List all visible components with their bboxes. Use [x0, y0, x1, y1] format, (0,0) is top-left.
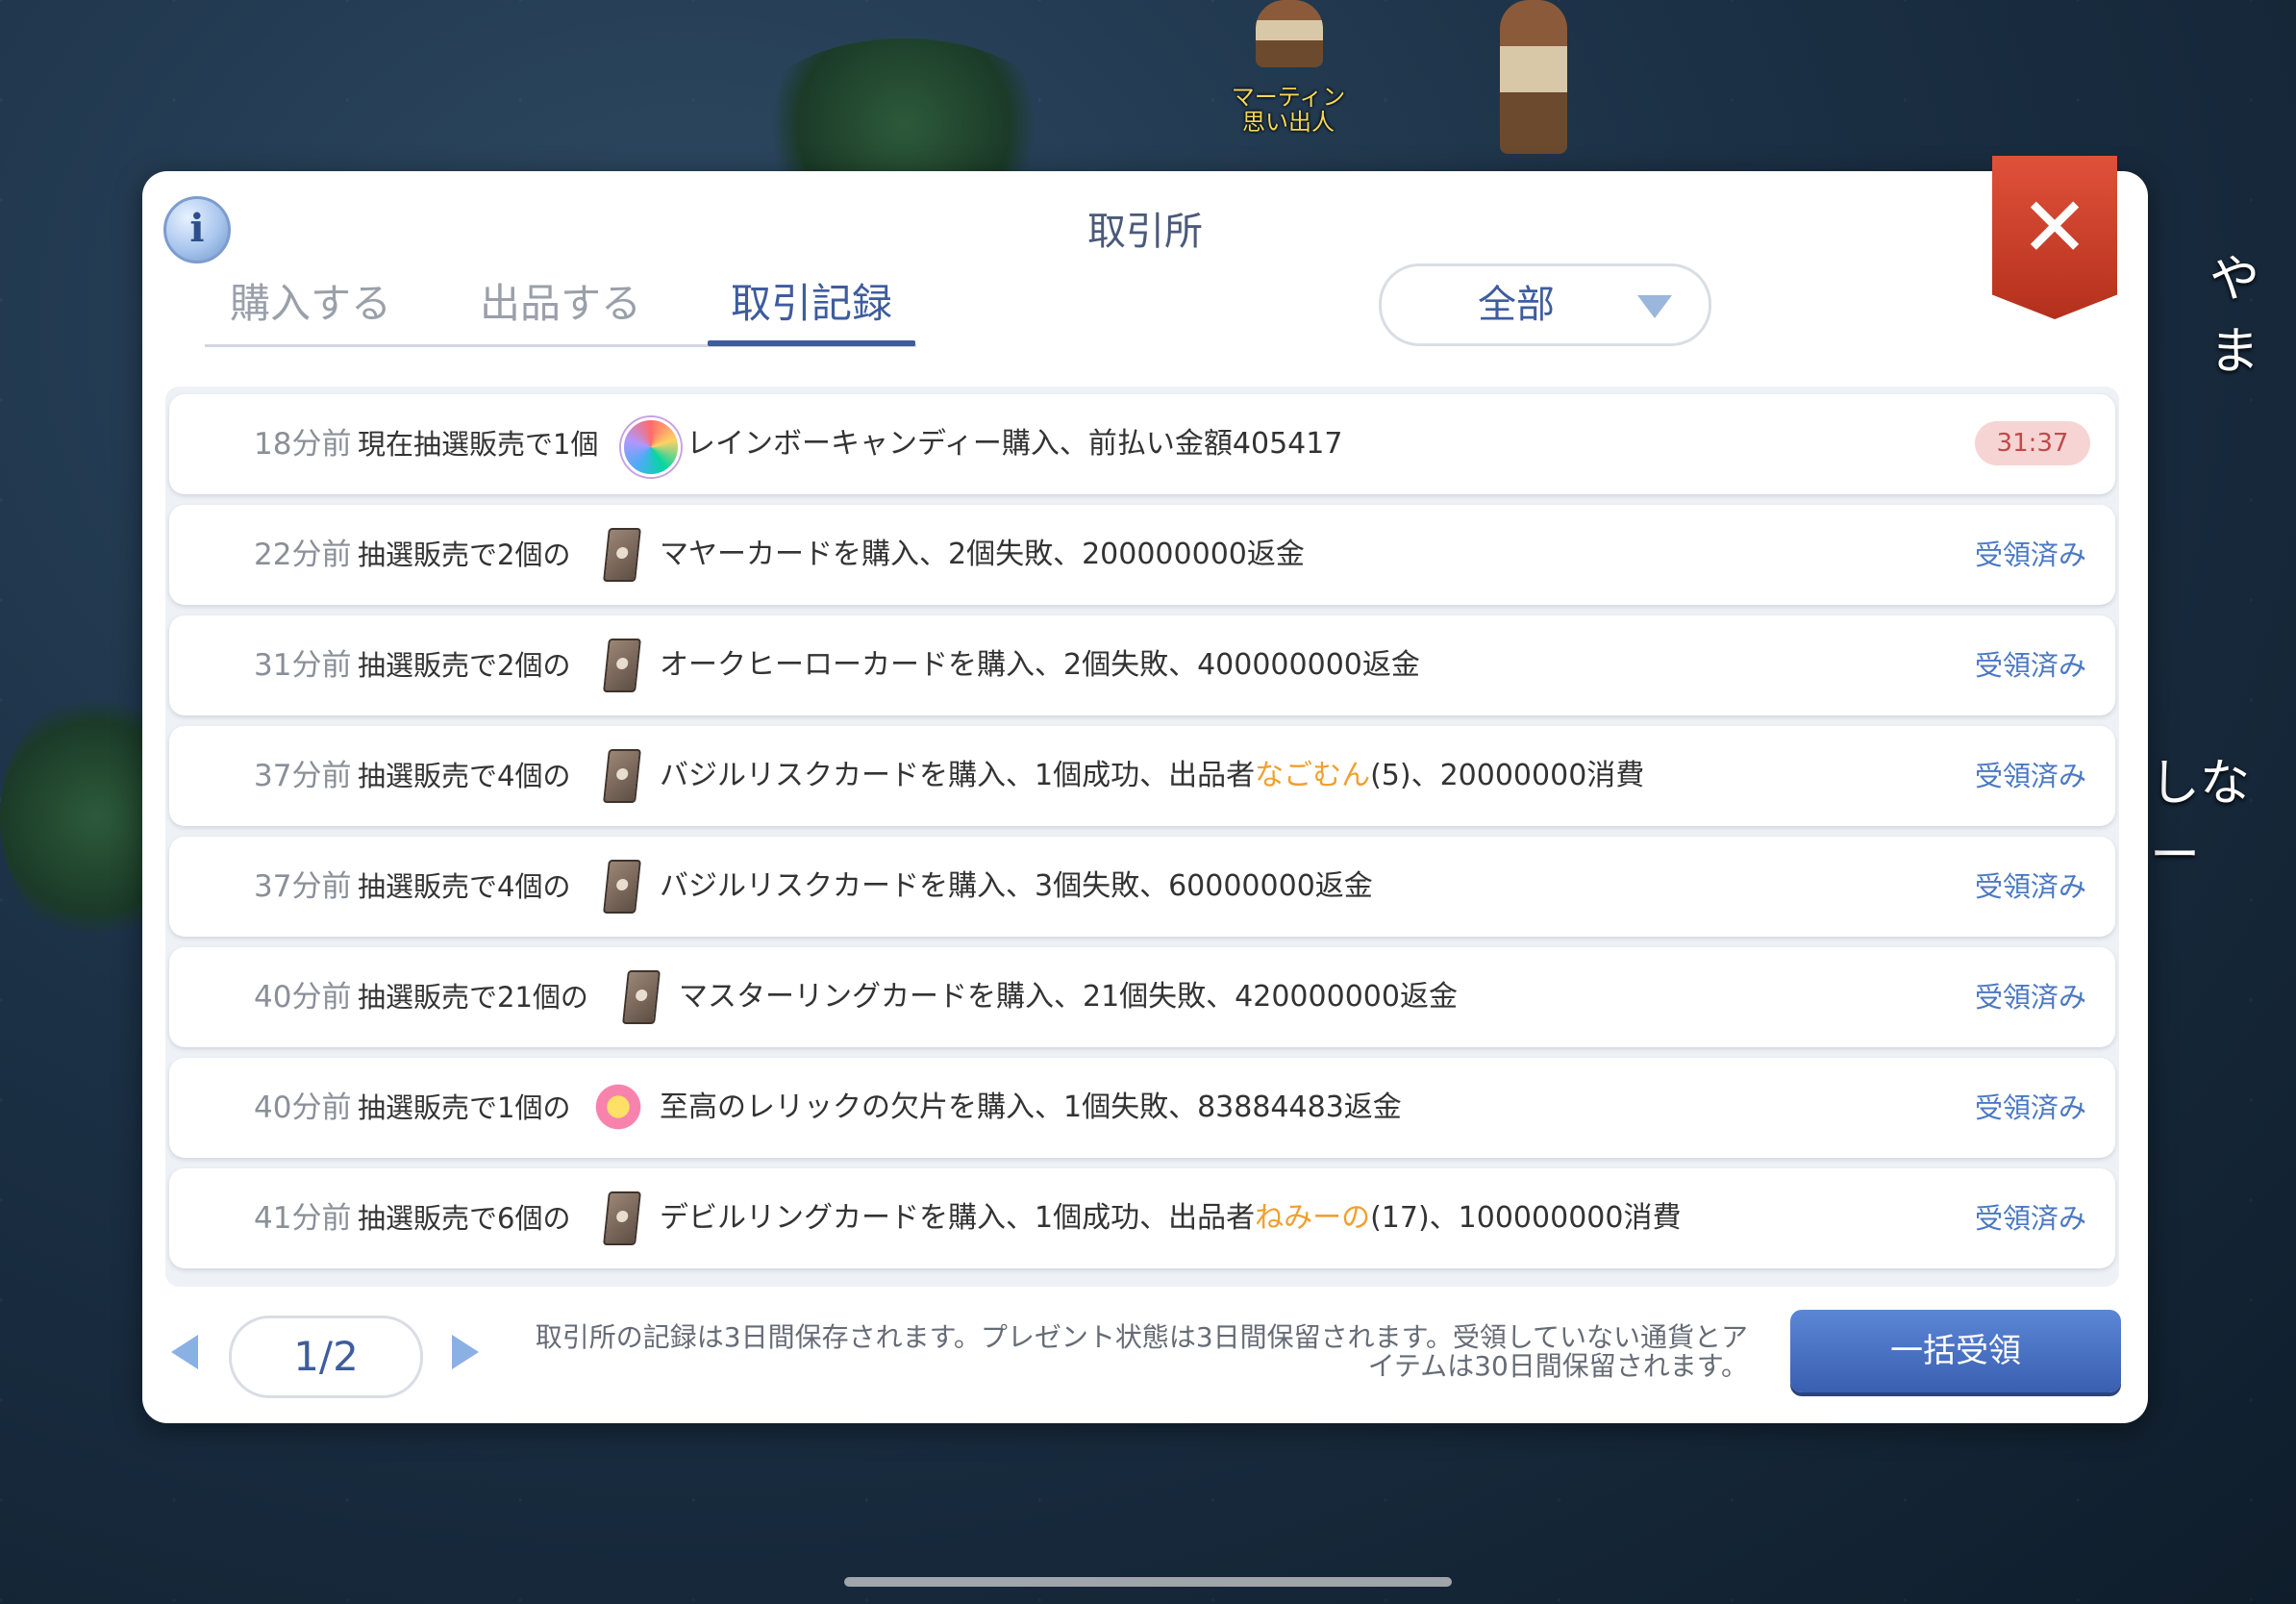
record-prefix: 現在抽選販売で1個 [358, 428, 599, 461]
table-row: 31分前 抽選販売で2個の オークヒーローカードを購入、2個失敗、4000000… [169, 615, 2115, 715]
record-description: マスターリングカードを購入、21個失敗、420000000返金 [679, 947, 1458, 1047]
record-description: レインボーキャンディー購入、前払い金額405417 [686, 394, 1342, 494]
received-status-link[interactable]: 受領済み [1975, 615, 2086, 715]
record-description: マヤーカードを購入、2個失敗、200000000返金 [660, 505, 1305, 605]
background-chat-text: しなー [2150, 755, 2251, 885]
record-prefix: 抽選販売で4個の [358, 760, 571, 792]
record-desc-suffix: (17)、100000000消費 [1370, 1201, 1682, 1235]
seller-name[interactable]: なごむん [1255, 759, 1370, 792]
dialog-title: 取引所 [1087, 210, 1203, 254]
record-time: 40分前 [254, 980, 352, 1015]
npc-character[interactable] [1256, 0, 1323, 67]
npc-name-line2: 思い出人 [1242, 109, 1335, 136]
page-indicator: 1/2 [229, 1316, 423, 1398]
retention-notice: 取引所の記録は3日間保存されます。プレゼント状態は3日間保留されます。受領してい… [498, 1323, 1748, 1381]
table-row: 41分前 抽選販売で6個の デビルリングカードを購入、1個成功、出品者ねみーの(… [169, 1168, 2115, 1268]
tab-buy[interactable]: 購入する [205, 267, 416, 340]
filter-dropdown[interactable]: 全部 [1379, 263, 1711, 346]
previous-page-button[interactable] [171, 1335, 198, 1369]
record-time: 18分前 [254, 427, 352, 462]
notice-line1: 取引所の記録は3日間保存されます。プレゼント状態は3日間保留されます。受領してい… [535, 1321, 1748, 1353]
filter-selected-value: 全部 [1478, 283, 1555, 327]
record-desc-suffix: (5)、20000000消費 [1370, 759, 1645, 792]
relic-fragment-icon [592, 1081, 646, 1135]
table-row: 40分前 抽選販売で1個の 至高のレリックの欠片を購入、1個失敗、8388448… [169, 1058, 2115, 1158]
record-description: 至高のレリックの欠片を購入、1個失敗、83884483返金 [660, 1058, 1402, 1158]
received-status-link[interactable]: 受領済み [1975, 505, 2086, 605]
record-description: オークヒーローカードを購入、2個失敗、400000000返金 [660, 615, 1420, 715]
record-desc-text: バジルリスクカードを購入、3個失敗、60000000返金 [660, 869, 1373, 903]
received-status-link[interactable]: 受領済み [1975, 1168, 2086, 1268]
seller-name[interactable]: ねみーの [1255, 1201, 1370, 1235]
record-prefix: 抽選販売で4個の [358, 870, 571, 903]
received-status-link[interactable]: 受領済み [1975, 1058, 2086, 1158]
table-row: 18分前 現在抽選販売で1個 レインボーキャンディー購入、前払い金額405417… [169, 394, 2115, 494]
table-row: 22分前 抽選販売で2個の マヤーカードを購入、2個失敗、200000000返金… [169, 505, 2115, 605]
record-desc-text: バジルリスクカードを購入、1個成功、出品者 [660, 759, 1256, 792]
record-time: 41分前 [254, 1201, 352, 1236]
received-status-link[interactable]: 受領済み [1975, 947, 2086, 1047]
next-page-button[interactable] [452, 1335, 479, 1369]
record-desc-text: デビルリングカードを購入、1個成功、出品者 [660, 1201, 1256, 1235]
record-prefix: 抽選販売で6個の [358, 1202, 571, 1235]
record-time: 31分前 [254, 648, 352, 683]
trade-record-list[interactable]: 18分前 現在抽選販売で1個 レインボーキャンディー購入、前払い金額405417… [165, 387, 2119, 1287]
notice-line2: イテムは30日間保留されます。 [1367, 1350, 1748, 1382]
card-icon [592, 528, 646, 582]
npc-name-label: マーティン 思い出人 [1221, 85, 1356, 135]
card-icon [592, 749, 646, 803]
rainbow-candy-icon [621, 417, 681, 477]
tab-trade-history[interactable]: 取引記録 [708, 267, 915, 346]
table-row: 37分前 抽選販売で4個の バジルリスクカードを購入、1個成功、出品者なごむん(… [169, 726, 2115, 826]
record-time: 22分前 [254, 538, 352, 572]
record-desc-text: オークヒーローカードを購入、2個失敗、400000000返金 [660, 648, 1420, 682]
record-prefix: 抽選販売で1個の [358, 1091, 571, 1124]
record-time: 40分前 [254, 1090, 352, 1125]
record-desc-text: マヤーカードを購入、2個失敗、200000000返金 [660, 538, 1305, 571]
card-icon [611, 970, 665, 1024]
tab-sell[interactable]: 出品する [455, 267, 666, 340]
card-icon [592, 639, 646, 692]
close-button[interactable]: ✕ [1992, 156, 2117, 319]
record-prefix: 抽選販売で21個の [358, 981, 588, 1014]
table-row: 37分前 抽選販売で4個の バジルリスクカードを購入、3個失敗、60000000… [169, 837, 2115, 937]
table-row: 40分前 抽選販売で21個の マスターリングカードを購入、21個失敗、42000… [169, 947, 2115, 1047]
card-icon [592, 860, 646, 914]
bulk-receive-button[interactable]: 一括受領 [1790, 1310, 2121, 1392]
record-desc-text: マスターリングカードを購入、21個失敗、420000000返金 [679, 980, 1458, 1014]
record-description: バジルリスクカードを購入、1個成功、出品者なごむん(5)、20000000消費 [660, 726, 1644, 826]
received-status-link[interactable]: 受領済み [1975, 726, 2086, 826]
player-character[interactable] [1500, 0, 1567, 154]
record-desc-text: レインボーキャンディー購入、前払い金額405417 [686, 427, 1343, 461]
npc-name-line1: マーティン [1231, 84, 1346, 111]
record-desc-text: 至高のレリックの欠片を購入、1個失敗、83884483返金 [660, 1090, 1402, 1124]
record-time: 37分前 [254, 759, 352, 793]
exchange-dialog: i 取引所 ✕ 購入する 出品する 取引記録 全部 18分前 現在抽選販売で1個… [142, 156, 2148, 1423]
record-prefix: 抽選販売で2個の [358, 649, 571, 682]
background-chat-text: やま [2209, 251, 2260, 381]
card-icon [592, 1191, 646, 1245]
countdown-timer-badge: 31:37 [1975, 421, 2090, 465]
record-description: デビルリングカードを購入、1個成功、出品者ねみーの(17)、100000000消… [660, 1168, 1681, 1268]
received-status-link[interactable]: 受領済み [1975, 837, 2086, 937]
record-prefix: 抽選販売で2個の [358, 539, 571, 571]
record-description: バジルリスクカードを購入、3個失敗、60000000返金 [660, 837, 1373, 937]
record-time: 37分前 [254, 869, 352, 904]
home-indicator[interactable] [844, 1577, 1452, 1587]
chevron-down-icon [1637, 295, 1672, 318]
tab-bar: 購入する 出品する 取引記録 [205, 267, 916, 346]
